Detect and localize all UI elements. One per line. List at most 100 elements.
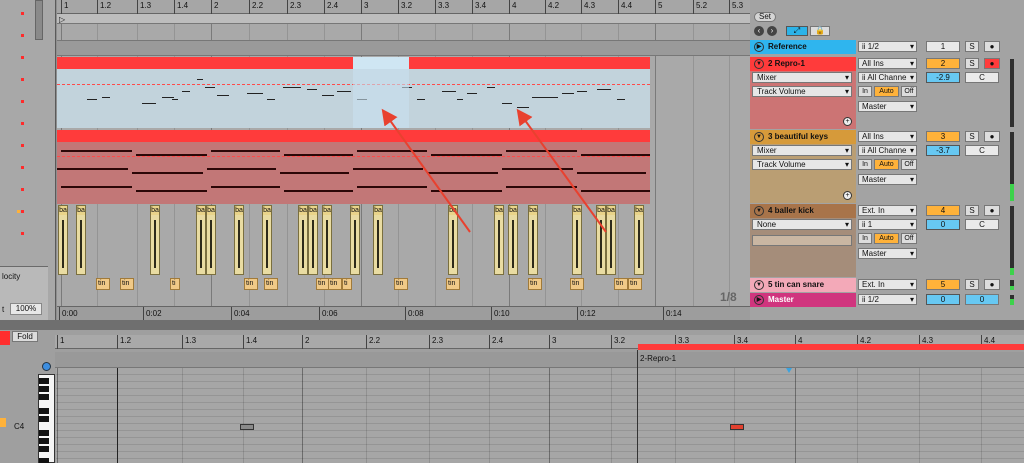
track-title[interactable]: Master ▶ xyxy=(750,293,856,307)
arm-button[interactable]: ● xyxy=(984,279,1000,290)
note-row xyxy=(56,402,1024,403)
input-channel-dropdown[interactable]: ii 1 xyxy=(858,219,917,230)
arm-button[interactable]: ● xyxy=(984,131,1000,142)
monitor-auto-button[interactable]: Auto xyxy=(874,86,899,97)
level-meter-fill xyxy=(1010,299,1014,305)
piano-roll[interactable] xyxy=(56,368,1024,463)
level-meter xyxy=(1010,132,1014,201)
monitor-off-button[interactable]: Off xyxy=(901,159,917,170)
parameter-chooser[interactable]: Track Volume xyxy=(752,86,852,97)
solo-button[interactable]: S xyxy=(965,131,979,142)
fold-track-icon[interactable]: ▼ xyxy=(754,206,764,216)
note-row xyxy=(56,416,1024,417)
track-activator[interactable]: 3 xyxy=(926,131,960,142)
output-dropdown[interactable]: Master xyxy=(858,174,917,185)
clip-start-marker[interactable] xyxy=(637,350,638,463)
solo-button[interactable]: S xyxy=(965,279,979,290)
key-label-c4: C4 xyxy=(14,422,25,431)
note-row xyxy=(56,451,1024,452)
add-automation-icon[interactable]: + xyxy=(843,191,852,200)
input-type-dropdown[interactable]: Ext. In xyxy=(858,205,917,216)
black-key[interactable] xyxy=(39,386,49,392)
pan-field[interactable]: C xyxy=(965,219,999,230)
fold-track-icon[interactable]: ▼ xyxy=(754,59,764,69)
black-key[interactable] xyxy=(39,430,49,436)
piano-note[interactable] xyxy=(240,424,254,430)
arm-button[interactable]: ● xyxy=(984,58,1000,69)
clip-name: 2-Repro-1 xyxy=(640,354,677,363)
arm-button[interactable]: ● xyxy=(984,41,1000,52)
beat-line xyxy=(549,368,550,463)
track-title[interactable]: 3 beautiful keys ▼ xyxy=(750,130,856,144)
device-chooser[interactable]: None xyxy=(752,219,852,230)
input-type-dropdown[interactable]: All Ins xyxy=(858,131,917,142)
output-dropdown[interactable]: Master xyxy=(858,101,917,112)
black-key[interactable] xyxy=(39,378,49,384)
black-key[interactable] xyxy=(39,394,49,400)
monitor-off-button[interactable]: Off xyxy=(901,86,917,97)
pan-field[interactable]: 0 xyxy=(965,294,999,305)
note-row xyxy=(56,409,1024,410)
beat-line xyxy=(57,368,58,463)
clip-ruler-tick: 2.3 xyxy=(429,335,443,349)
beat-line xyxy=(182,368,183,463)
black-key[interactable] xyxy=(39,446,49,452)
black-key[interactable] xyxy=(39,408,49,414)
automation-lane-field xyxy=(752,235,852,246)
monitor-in-button[interactable]: In xyxy=(858,159,872,170)
monitor-in-button[interactable]: In xyxy=(858,233,872,244)
device-chooser[interactable]: Mixer xyxy=(752,145,852,156)
track-activator[interactable]: 5 xyxy=(926,279,960,290)
piano-keyboard[interactable] xyxy=(38,374,55,463)
black-key[interactable] xyxy=(39,458,49,463)
solo-button[interactable]: S xyxy=(965,205,979,216)
note-row xyxy=(56,444,1024,445)
input-type-dropdown[interactable]: ii 1/2 xyxy=(858,41,917,52)
volume-field[interactable]: -3.7 xyxy=(926,145,960,156)
beat-line xyxy=(919,368,920,463)
input-channel-dropdown[interactable]: ii All Channe xyxy=(858,145,917,156)
fold-track-icon[interactable]: ▼ xyxy=(754,280,764,290)
volume-field[interactable]: 0 xyxy=(926,294,960,305)
solo-button[interactable]: S xyxy=(965,41,979,52)
clip-loop-brace[interactable] xyxy=(638,344,1024,350)
beat-line xyxy=(675,368,676,463)
track-title[interactable]: 5 tin can snare ▼ xyxy=(750,278,856,292)
add-automation-icon[interactable]: + xyxy=(843,117,852,126)
monitor-in-button[interactable]: In xyxy=(858,86,872,97)
parameter-chooser[interactable]: Track Volume xyxy=(752,159,852,170)
monitor-auto-button[interactable]: Auto xyxy=(874,159,899,170)
input-type-dropdown[interactable]: ii 1/2 xyxy=(858,294,917,305)
track-activator[interactable]: 2 xyxy=(926,58,960,69)
track-title[interactable]: Reference ▶ xyxy=(750,40,856,54)
level-meter xyxy=(1010,295,1014,305)
loop-end-marker-icon[interactable] xyxy=(786,368,792,373)
monitor-off-button[interactable]: Off xyxy=(901,233,917,244)
track-title[interactable]: 2 Repro-1 ▼ xyxy=(750,57,856,71)
solo-button[interactable]: S xyxy=(965,58,979,69)
track-activator[interactable]: 1 xyxy=(926,41,960,52)
track-activator[interactable]: 4 xyxy=(926,205,960,216)
pan-field[interactable]: C xyxy=(965,72,999,83)
piano-note[interactable] xyxy=(730,424,744,430)
input-channel-dropdown[interactable]: ii All Channe xyxy=(858,72,917,83)
fold-track-icon[interactable]: ▶ xyxy=(754,295,764,305)
input-type-dropdown[interactable]: Ext. In xyxy=(858,279,917,290)
arm-button[interactable]: ● xyxy=(984,205,1000,216)
view-divider[interactable] xyxy=(0,320,1024,330)
fold-button[interactable]: Fold xyxy=(12,331,38,342)
monitor-auto-button[interactable]: Auto xyxy=(874,233,899,244)
device-chooser[interactable]: Mixer xyxy=(752,72,852,83)
volume-field[interactable]: 0 xyxy=(926,219,960,230)
fold-track-icon[interactable]: ▼ xyxy=(754,132,764,142)
black-key[interactable] xyxy=(39,438,49,444)
clip-ruler-tick: 3.2 xyxy=(611,335,625,349)
pan-field[interactable]: C xyxy=(965,145,999,156)
output-dropdown[interactable]: Master xyxy=(858,248,917,259)
preview-icon[interactable] xyxy=(42,362,51,371)
track-title[interactable]: 4 baller kick ▼ xyxy=(750,204,856,218)
volume-field[interactable]: -2.9 xyxy=(926,72,960,83)
track-play-icon[interactable]: ▶ xyxy=(754,42,764,52)
input-type-dropdown[interactable]: All Ins xyxy=(858,58,917,69)
black-key[interactable] xyxy=(39,416,49,422)
